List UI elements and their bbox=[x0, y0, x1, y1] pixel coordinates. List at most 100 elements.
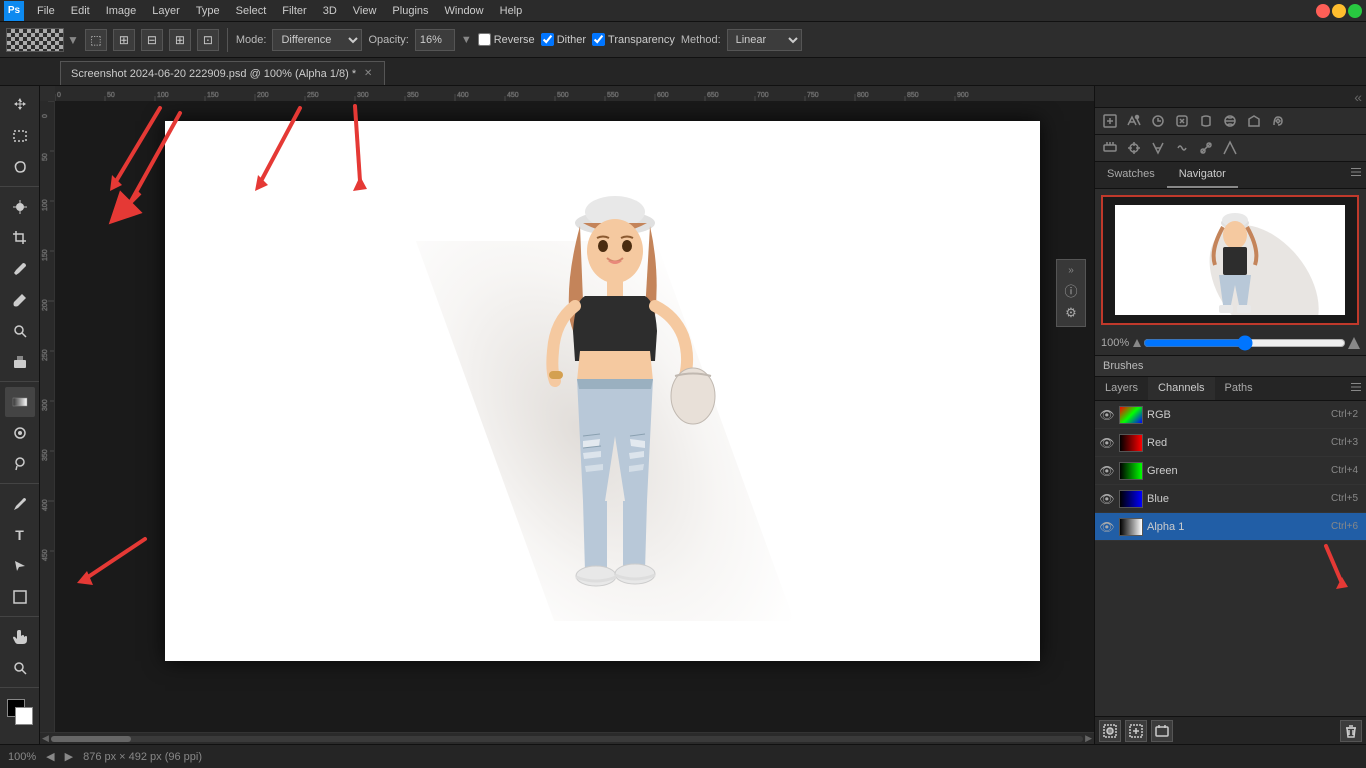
panel-icon-11[interactable] bbox=[1147, 137, 1169, 159]
menu-file[interactable]: File bbox=[30, 4, 62, 18]
transparency-checkbox[interactable] bbox=[592, 33, 605, 46]
visibility-icon-red[interactable]: 👁 bbox=[1099, 435, 1115, 451]
pen-tool[interactable] bbox=[5, 489, 35, 519]
panel-icon-6[interactable] bbox=[1219, 110, 1241, 132]
menu-view[interactable]: View bbox=[346, 4, 384, 18]
horizontal-scrollbar[interactable]: ◀ ▶ bbox=[40, 732, 1094, 744]
arrow-left-status[interactable]: ◀ bbox=[46, 750, 54, 763]
delete-channel-button[interactable] bbox=[1340, 720, 1362, 742]
channel-row-alpha1[interactable]: 👁 Alpha 1 Ctrl+6 bbox=[1095, 513, 1366, 541]
menu-image[interactable]: Image bbox=[99, 4, 144, 18]
canvas-viewport[interactable]: » ⓘ ⚙ bbox=[55, 101, 1094, 732]
crop-tool[interactable] bbox=[5, 223, 35, 253]
view-toggle-1[interactable]: ⬚ bbox=[85, 29, 107, 51]
shape-tool[interactable] bbox=[5, 582, 35, 612]
type-tool[interactable]: T bbox=[5, 520, 35, 550]
zoom-tool[interactable] bbox=[5, 653, 35, 683]
close-button[interactable] bbox=[1316, 4, 1330, 18]
panel-icon-10[interactable] bbox=[1123, 137, 1145, 159]
zoom-slider-input[interactable] bbox=[1143, 335, 1346, 351]
channel-row-green[interactable]: 👁 Green Ctrl+4 bbox=[1095, 457, 1366, 485]
panel-icon-5[interactable] bbox=[1195, 110, 1217, 132]
panel-icon-3[interactable] bbox=[1147, 110, 1169, 132]
hand-tool[interactable] bbox=[5, 622, 35, 652]
opacity-input[interactable] bbox=[415, 29, 455, 51]
scrollbar-thumb[interactable] bbox=[51, 736, 131, 742]
new-channel-button[interactable] bbox=[1151, 720, 1173, 742]
menu-window[interactable]: Window bbox=[438, 4, 491, 18]
paths-tab[interactable]: Paths bbox=[1215, 377, 1263, 400]
channel-row-blue[interactable]: 👁 Blue Ctrl+5 bbox=[1095, 485, 1366, 513]
brush-tool[interactable] bbox=[5, 285, 35, 315]
mode-select[interactable]: Difference bbox=[272, 29, 362, 51]
minimize-button[interactable] bbox=[1332, 4, 1346, 18]
panel-icon-2[interactable] bbox=[1123, 110, 1145, 132]
panel-icon-4[interactable] bbox=[1171, 110, 1193, 132]
channel-row-red[interactable]: 👁 Red Ctrl+3 bbox=[1095, 429, 1366, 457]
dropdown-arrow-icon[interactable]: ▼ bbox=[67, 33, 79, 47]
visibility-icon-alpha1[interactable]: 👁 bbox=[1099, 519, 1115, 535]
tab-close-button[interactable]: ✕ bbox=[362, 68, 374, 80]
dither-checkbox[interactable] bbox=[541, 33, 554, 46]
panel-icon-13[interactable] bbox=[1195, 137, 1217, 159]
path-select-tool[interactable] bbox=[5, 551, 35, 581]
info-icon-btn[interactable]: ⓘ bbox=[1061, 280, 1081, 300]
panel-icon-8[interactable] bbox=[1267, 110, 1289, 132]
gradient-preview[interactable] bbox=[6, 28, 64, 52]
panel-icon-9[interactable] bbox=[1099, 137, 1121, 159]
document-tab[interactable]: Screenshot 2024-06-20 222909.psd @ 100% … bbox=[60, 61, 385, 85]
eraser-tool[interactable] bbox=[5, 347, 35, 377]
blur-tool[interactable] bbox=[5, 418, 35, 448]
channel-row-rgb[interactable]: 👁 RGB Ctrl+2 bbox=[1095, 401, 1366, 429]
view-toggle-3[interactable]: ⊟ bbox=[141, 29, 163, 51]
channels-tab[interactable]: Channels bbox=[1148, 377, 1214, 400]
menu-plugins[interactable]: Plugins bbox=[385, 4, 435, 18]
rectangular-marquee-tool[interactable] bbox=[5, 121, 35, 151]
panel-icon-7[interactable] bbox=[1243, 110, 1265, 132]
panel-icon-1[interactable] bbox=[1099, 110, 1121, 132]
mode-label: Mode: bbox=[236, 34, 267, 46]
quick-select-tool[interactable] bbox=[5, 192, 35, 222]
panel-icon-12[interactable] bbox=[1171, 137, 1193, 159]
scroll-left-icon[interactable]: ◀ bbox=[42, 733, 49, 744]
navigator-tab[interactable]: Navigator bbox=[1167, 162, 1238, 188]
maximize-button[interactable] bbox=[1348, 4, 1362, 18]
background-color-swatch[interactable] bbox=[15, 707, 33, 725]
view-toggle-5[interactable]: ⊡ bbox=[197, 29, 219, 51]
visibility-icon-rgb[interactable]: 👁 bbox=[1099, 407, 1115, 423]
reverse-checkbox[interactable] bbox=[478, 33, 491, 46]
layers-tab[interactable]: Layers bbox=[1095, 377, 1148, 400]
lasso-tool[interactable] bbox=[5, 152, 35, 182]
menu-3d[interactable]: 3D bbox=[316, 4, 344, 18]
dodge-tool[interactable] bbox=[5, 449, 35, 479]
menu-layer[interactable]: Layer bbox=[145, 4, 187, 18]
method-select[interactable]: Linear bbox=[727, 29, 802, 51]
panel-expand-icon[interactable]: » bbox=[1061, 263, 1081, 277]
collapse-right-panel-button[interactable]: « bbox=[1354, 89, 1362, 105]
menu-edit[interactable]: Edit bbox=[64, 4, 97, 18]
menu-help[interactable]: Help bbox=[493, 4, 530, 18]
layer-panel-options-icon[interactable] bbox=[1346, 377, 1366, 400]
visibility-icon-blue[interactable]: 👁 bbox=[1099, 491, 1115, 507]
clone-stamp-tool[interactable] bbox=[5, 316, 35, 346]
menu-select[interactable]: Select bbox=[229, 4, 274, 18]
load-selection-button[interactable] bbox=[1099, 720, 1121, 742]
save-selection-button[interactable] bbox=[1125, 720, 1147, 742]
gradient-tool[interactable] bbox=[5, 387, 35, 417]
view-toggle-4[interactable]: ⊞ bbox=[169, 29, 191, 51]
settings-icon-btn[interactable]: ⚙ bbox=[1061, 303, 1081, 323]
panel-icon-14[interactable] bbox=[1219, 137, 1241, 159]
menu-type[interactable]: Type bbox=[189, 4, 227, 18]
scroll-right-icon[interactable]: ▶ bbox=[1085, 733, 1092, 744]
selection-tools bbox=[0, 90, 39, 187]
scrollbar-track[interactable] bbox=[51, 736, 1083, 742]
eyedropper-tool[interactable] bbox=[5, 254, 35, 284]
opacity-arrow-icon[interactable]: ▼ bbox=[461, 34, 472, 46]
view-toggle-2[interactable]: ⊞ bbox=[113, 29, 135, 51]
arrow-right-status[interactable]: ▶ bbox=[65, 750, 73, 763]
swatches-tab[interactable]: Swatches bbox=[1095, 162, 1167, 188]
visibility-icon-green[interactable]: 👁 bbox=[1099, 463, 1115, 479]
panel-options-icon[interactable] bbox=[1346, 162, 1366, 188]
move-tool[interactable] bbox=[5, 90, 35, 120]
menu-filter[interactable]: Filter bbox=[275, 4, 313, 18]
